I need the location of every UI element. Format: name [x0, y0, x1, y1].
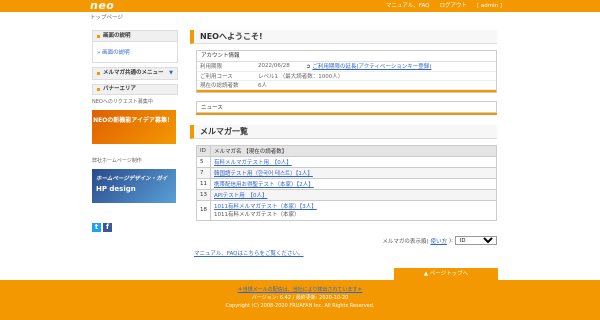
sort-order-label: メルマガの表示順(: [382, 238, 429, 245]
account-label: 現在の総読者数: [197, 80, 255, 90]
newsletter-subname: 1011有料メルマガテスト（本家）: [214, 212, 300, 218]
banner-hp-design[interactable]: ホームページデザイン・ガイ HP design: [92, 169, 176, 203]
account-info-table: 利用期限 2022/06/28 ➲ ご利用期限の延長(アクティベーションキー登録…: [197, 62, 496, 90]
newsletter-link[interactable]: APIテスト用 【0人】: [214, 193, 267, 199]
square-bullet-icon: [97, 88, 100, 91]
row-name-cell: 有料メルマガテスト用 【0人】: [210, 155, 497, 168]
account-info-box: アカウント情報 利用期限 2022/06/28 ➲ ご利用期限の延長(アクティベ…: [196, 50, 497, 93]
table-row: 11 携帯配信用お得聖テスト（本家）【2人】: [196, 177, 497, 190]
sidebar-section-header: バナーエリア: [92, 84, 178, 95]
extend-activation-link[interactable]: ご利用期限の延長(アクティベーションキー登録): [312, 64, 431, 70]
account-value: 2022/06/28: [255, 62, 303, 72]
square-bullet-icon: [97, 72, 100, 75]
sidebar-section-header: 画面の説明: [93, 31, 177, 42]
twitter-icon[interactable]: t: [92, 223, 101, 232]
social-links: t f: [92, 223, 178, 232]
footer: ＊当規メールの配信は、当社により検出されています＊ バージョン: 6.42 / …: [0, 280, 600, 320]
user-label: [ admin ]: [476, 3, 502, 9]
banner-caption: NEOへのリクエスト募集中: [92, 99, 153, 105]
row-id: 11: [196, 177, 211, 190]
sidebar-section-title: メルマガ共通のメニュー: [103, 70, 164, 76]
row-id: 13: [196, 188, 211, 201]
newsletter-list-title: メルマガ一覧: [190, 124, 497, 139]
banner-text: NEOの新機能アイデア募集！: [93, 117, 173, 124]
top-links: マニュアル、FAQ ログアウト [ admin ]: [386, 0, 502, 12]
newsletter-link[interactable]: 1011有料メルマガテスト（本家）【3人】: [214, 202, 493, 210]
newsletter-link[interactable]: 有料メルマガテスト用 【0人】: [214, 160, 292, 166]
row-id: 5: [196, 155, 211, 168]
account-row: 利用期限 2022/06/28 ➲ ご利用期限の延長(アクティベーションキー登録…: [197, 62, 496, 72]
sidebar-section-banner: バナーエリア NEOへのリクエスト募集中 NEOの新機能アイデア募集！ 弊社ホー…: [92, 84, 178, 232]
account-action: ➲ ご利用期限の延長(アクティベーションキー登録): [303, 62, 496, 72]
account-value: レベル1 （最大読者数：1000人）: [255, 71, 496, 81]
table-row: 7 韓国語テスト用（한국어 테스트）【1人】: [196, 166, 497, 179]
row-id: 7: [196, 166, 211, 179]
account-value: 6人: [255, 80, 496, 90]
newsletter-table: ID メルマガ名 【現在の読者数】 5 有料メルマガテスト用 【0人】 7 韓国…: [196, 144, 497, 221]
logout-link[interactable]: ログアウト: [439, 0, 467, 12]
sort-order-control: メルマガの表示順(使い方): ID: [190, 236, 497, 245]
sidebar-section-title: 画面の説明: [103, 32, 131, 39]
circle-arrow-icon: ➲: [306, 64, 311, 71]
sort-order-select[interactable]: ID: [455, 236, 497, 245]
row-name-cell: APIテスト用 【0人】: [210, 188, 497, 201]
row-id: 18: [196, 199, 211, 221]
welcome-title: NEOへようこそ!: [190, 30, 497, 44]
manual-faq-link[interactable]: マニュアル、FAQ: [386, 0, 430, 12]
account-info-heading: アカウント情報: [197, 51, 496, 62]
sidebar-section-title: バナーエリア: [103, 86, 137, 92]
account-label: ご利用コース: [197, 71, 255, 81]
table-row: 18 1011有料メルマガテスト（本家）【3人】 1011有料メルマガテスト（本家…: [196, 199, 497, 221]
table-row: 5 有料メルマガテスト用 【0人】: [196, 155, 497, 168]
divider: [197, 89, 496, 92]
sidebar: 画面の説明 » 画面の説明 メルマガ共通のメニュー ▼ バナーエリア NEOへのリ…: [92, 30, 178, 232]
sidebar-item-screen-help[interactable]: » 画面の説明: [93, 42, 177, 62]
header-bar: neo マニュアル、FAQ ログアウト [ admin ]: [0, 0, 600, 12]
account-row: 現在の総読者数 6人: [197, 80, 496, 90]
facebook-icon[interactable]: f: [103, 223, 112, 232]
triangle-down-icon[interactable]: ▼: [169, 68, 173, 79]
divider: [196, 112, 497, 115]
banner-text: ホームページデザイン・ガイ: [96, 176, 168, 182]
column-header-name: メルマガ名 【現在の読者数】: [210, 144, 497, 157]
sidebar-section-common-menu[interactable]: メルマガ共通のメニュー ▼: [92, 67, 178, 80]
page-top-button[interactable]: ▲ ページトップへ: [394, 268, 498, 280]
sidebar-item-label: 画面の説明: [102, 50, 130, 56]
column-header-id: ID: [196, 144, 211, 157]
banner-feature-request[interactable]: NEOの新機能アイデア募集！: [92, 110, 176, 144]
sidebar-section-header: メルマガ共通のメニュー ▼: [93, 68, 177, 79]
row-name-cell: 携帯配信用お得聖テスト（本家）【2人】: [210, 177, 497, 190]
newsletter-link[interactable]: 携帯配信用お得聖テスト（本家）【2人】: [214, 182, 314, 188]
usage-link[interactable]: 使い方: [430, 237, 447, 245]
sort-order-suffix: ):: [449, 237, 453, 244]
table-row: 13 APIテスト用 【0人】: [196, 188, 497, 201]
account-label: 利用期限: [197, 62, 255, 72]
version-text: バージョン: 6.42 / 最終更新: 2020-10-20: [251, 295, 349, 301]
copyright-text: Copyright (C) 2008-2020 FRUAFAN Inc. All…: [225, 303, 375, 309]
table-header-row: ID メルマガ名 【現在の読者数】: [196, 144, 497, 157]
main-content: NEOへようこそ! アカウント情報 利用期限 2022/06/28 ➲ ご利用期…: [190, 30, 497, 221]
account-row: ご利用コース レベル1 （最大読者数：1000人）: [197, 71, 496, 81]
logo[interactable]: neo: [90, 0, 114, 12]
newsletter-link[interactable]: 韓国語テスト用（한국어 테스트）【1人】: [214, 171, 313, 177]
manual-link[interactable]: マニュアル、FAQはこちらをご覧ください。: [194, 249, 304, 257]
news-box: ニュース: [196, 100, 497, 113]
sidebar-section-screen-help: 画面の説明 » 画面の説明: [92, 30, 178, 63]
row-name-cell: 1011有料メルマガテスト（本家）【3人】 1011有料メルマガテスト（本家）: [210, 199, 497, 221]
banner-title: HP design: [96, 185, 136, 193]
footer-notice-link[interactable]: ＊当規メールの配信は、当社により検出されています＊: [0, 286, 600, 294]
square-bullet-icon: [97, 34, 100, 38]
row-name-cell: 韓国語テスト用（한국어 테스트）【1人】: [210, 166, 497, 179]
breadcrumb: トップページ: [90, 15, 123, 21]
banner-caption: 弊社ホームページ制作: [92, 158, 142, 164]
